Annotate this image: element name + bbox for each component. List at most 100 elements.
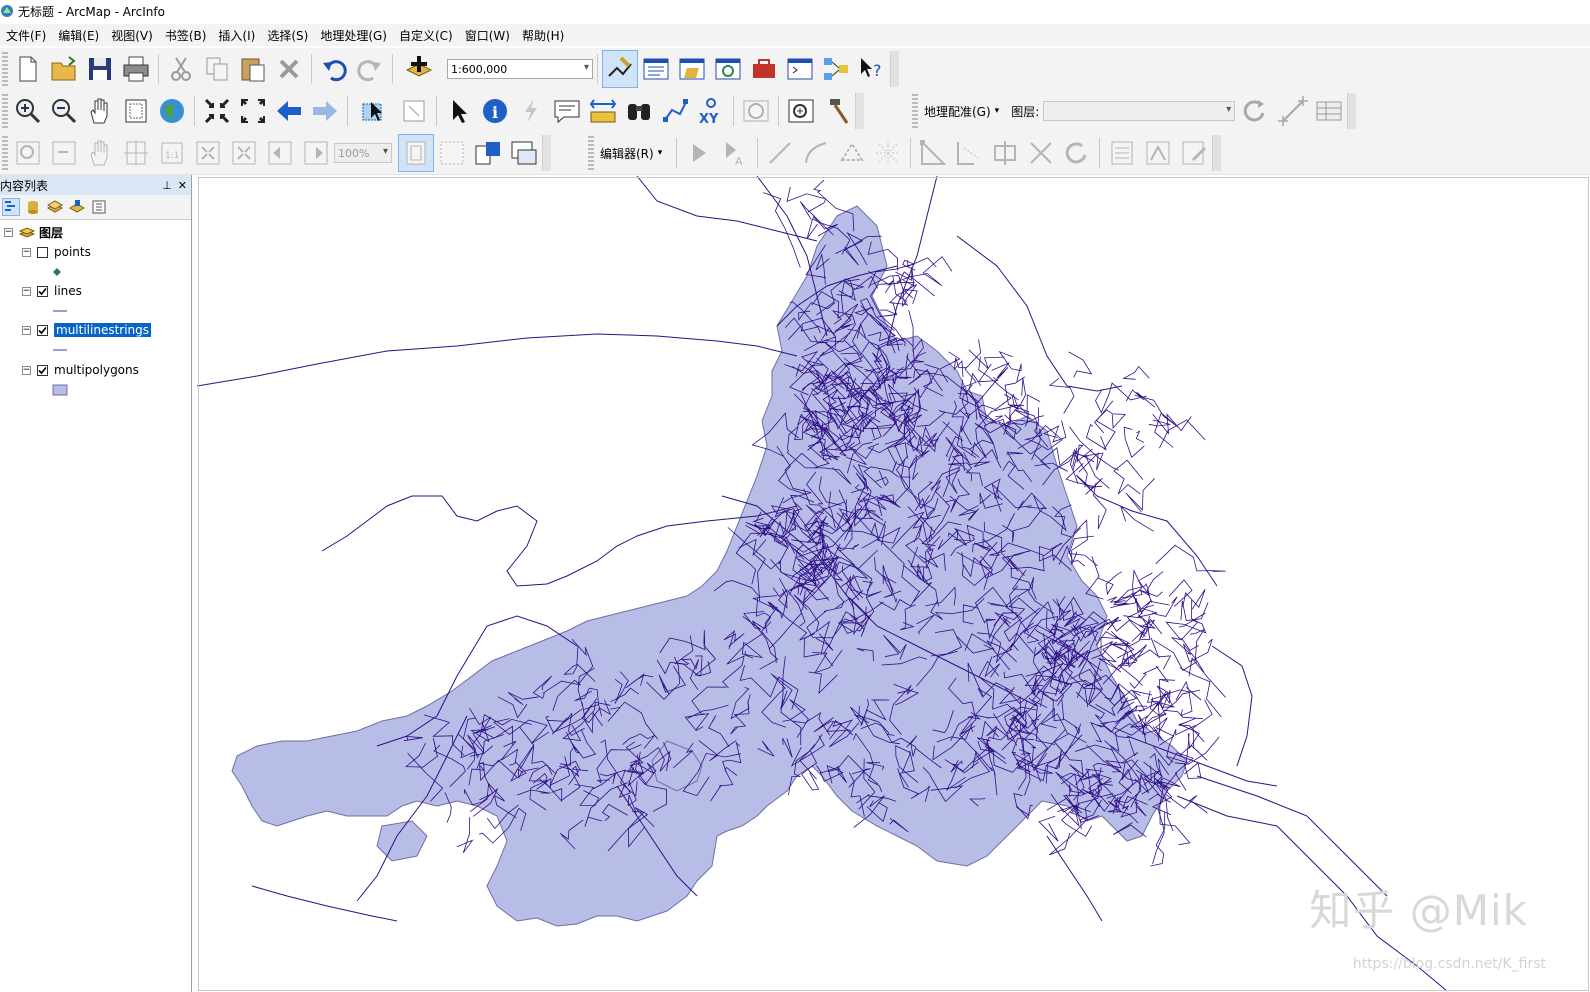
- toolbar-grip[interactable]: [2, 136, 8, 170]
- zoom-in-icon[interactable]: [10, 92, 46, 130]
- identify-icon[interactable]: i: [477, 92, 513, 130]
- layer-row-multilinestrings[interactable]: − multilinestrings: [22, 320, 152, 340]
- map-scale-combobox[interactable]: 1:600,000 ▾: [447, 59, 593, 79]
- fixed-zoom-out-icon[interactable]: [235, 92, 271, 130]
- end-point-arc-icon[interactable]: [798, 134, 834, 172]
- layer-group-row[interactable]: − 图层: [4, 222, 63, 242]
- delete-icon[interactable]: [271, 50, 307, 88]
- fixed-zoom-out-layout-icon[interactable]: [226, 134, 262, 172]
- map-canvas[interactable]: [197, 176, 1590, 992]
- catalog-window-icon[interactable]: [674, 50, 710, 88]
- zoom-out-icon[interactable]: [46, 92, 82, 130]
- hyperlink-icon[interactable]: [513, 92, 549, 130]
- chevron-down-icon[interactable]: ▾: [658, 148, 663, 158]
- data-driven-pages-icon[interactable]: [506, 134, 542, 172]
- toolbar-grip[interactable]: [2, 52, 8, 86]
- attributes-icon[interactable]: [1104, 134, 1140, 172]
- menu-selection[interactable]: 选择(S): [261, 27, 314, 44]
- create-viewer-window-icon[interactable]: [783, 92, 819, 130]
- fixed-zoom-in-icon[interactable]: [199, 92, 235, 130]
- toolbar-grip[interactable]: [588, 136, 594, 170]
- paste-icon[interactable]: [235, 50, 271, 88]
- print-icon[interactable]: [118, 50, 154, 88]
- go-to-xy-icon[interactable]: XY: [693, 92, 729, 130]
- menu-bookmarks[interactable]: 书签(B): [159, 27, 213, 44]
- pin-icon[interactable]: ⊥: [162, 179, 172, 192]
- layout-zoom-in-icon[interactable]: [10, 134, 46, 172]
- edit-annotation-icon[interactable]: A: [717, 134, 753, 172]
- go-forward-icon[interactable]: [307, 92, 343, 130]
- chevron-down-icon[interactable]: ▾: [383, 146, 388, 157]
- new-document-icon[interactable]: [10, 50, 46, 88]
- rotate-tool-icon[interactable]: [1059, 134, 1095, 172]
- layer-row-points[interactable]: − points: [22, 242, 91, 262]
- collapse-icon[interactable]: −: [22, 325, 31, 335]
- find-route-icon[interactable]: [657, 92, 693, 130]
- layout-forward-icon[interactable]: [298, 134, 334, 172]
- layer-name-multilinestrings[interactable]: multilinestrings: [54, 323, 152, 337]
- collapse-icon[interactable]: −: [4, 227, 13, 237]
- select-features-icon[interactable]: [352, 92, 396, 130]
- map-display[interactable]: 知乎 @Mik https://blog.csdn.net/K_first: [197, 176, 1590, 992]
- trace-icon[interactable]: [870, 134, 906, 172]
- globe-icon[interactable]: [154, 92, 190, 130]
- full-extent-icon[interactable]: [118, 92, 154, 130]
- chevron-down-icon[interactable]: ▾: [1226, 104, 1231, 115]
- menu-insert[interactable]: 插入(I): [212, 27, 261, 44]
- search-window-icon[interactable]: [710, 50, 746, 88]
- reshape-feature-icon[interactable]: [951, 134, 987, 172]
- menu-view[interactable]: 视图(V): [105, 27, 159, 44]
- clear-selection-icon[interactable]: [396, 92, 432, 130]
- georeferencing-menu[interactable]: 地理配准(G): [920, 103, 995, 120]
- editor-toolbar-icon[interactable]: [602, 50, 638, 88]
- collapse-icon[interactable]: −: [22, 286, 31, 296]
- toolbar-grip[interactable]: [2, 94, 8, 128]
- visibility-checkbox-multilinestrings[interactable]: [37, 324, 48, 336]
- time-slider-icon[interactable]: [738, 92, 774, 130]
- focus-data-frame-icon[interactable]: [434, 134, 470, 172]
- table-of-contents-icon[interactable]: [638, 50, 674, 88]
- collapse-icon[interactable]: −: [22, 365, 31, 375]
- whats-this-help-icon[interactable]: ?: [854, 50, 890, 88]
- chevron-down-icon[interactable]: ▾: [584, 62, 589, 73]
- go-back-icon[interactable]: [271, 92, 307, 130]
- toggle-draft-mode-icon[interactable]: [398, 134, 434, 172]
- toolbar-grip[interactable]: [912, 94, 918, 128]
- select-elements-icon[interactable]: [441, 92, 477, 130]
- layout-back-icon[interactable]: [262, 134, 298, 172]
- list-by-visibility-icon[interactable]: [46, 198, 64, 216]
- zoom-whole-page-icon[interactable]: [118, 134, 154, 172]
- cut-polygons-icon[interactable]: [987, 134, 1023, 172]
- menu-geoprocessing[interactable]: 地理处理(G): [314, 27, 393, 44]
- layer-name-lines[interactable]: lines: [54, 284, 82, 298]
- list-by-selection-icon[interactable]: [68, 198, 86, 216]
- split-tool-icon[interactable]: [1023, 134, 1059, 172]
- close-icon[interactable]: ✕: [178, 179, 187, 192]
- list-by-drawing-order-icon[interactable]: [2, 198, 20, 216]
- menu-help[interactable]: 帮助(H): [516, 27, 570, 44]
- visibility-checkbox-multipolygons[interactable]: [37, 364, 48, 376]
- rotate-icon[interactable]: [1235, 92, 1275, 130]
- straight-segment-icon[interactable]: [762, 134, 798, 172]
- create-features-icon[interactable]: [1176, 134, 1212, 172]
- construction-tools-icon[interactable]: [834, 134, 870, 172]
- list-by-source-icon[interactable]: [24, 198, 42, 216]
- menu-file[interactable]: 文件(F): [0, 27, 52, 44]
- menu-edit[interactable]: 编辑(E): [52, 27, 105, 44]
- editor-menu[interactable]: 编辑器(R): [596, 145, 658, 162]
- undo-icon[interactable]: [316, 50, 352, 88]
- layout-pan-icon[interactable]: [82, 134, 118, 172]
- add-data-icon[interactable]: [397, 50, 441, 88]
- visibility-checkbox-lines[interactable]: [37, 285, 48, 297]
- layout-zoom-out-icon[interactable]: [46, 134, 82, 172]
- measure-icon[interactable]: [585, 92, 621, 130]
- arctoolbox-icon[interactable]: [746, 50, 782, 88]
- view-link-table-icon[interactable]: [1311, 92, 1347, 130]
- collapse-icon[interactable]: −: [22, 247, 31, 257]
- layer-name-points[interactable]: points: [54, 245, 91, 259]
- sketch-properties-icon[interactable]: [1140, 134, 1176, 172]
- cut-icon[interactable]: [163, 50, 199, 88]
- zoom-100-percent-icon[interactable]: 1:1: [154, 134, 190, 172]
- change-layout-icon[interactable]: [470, 134, 506, 172]
- layer-row-lines[interactable]: − lines: [22, 281, 82, 301]
